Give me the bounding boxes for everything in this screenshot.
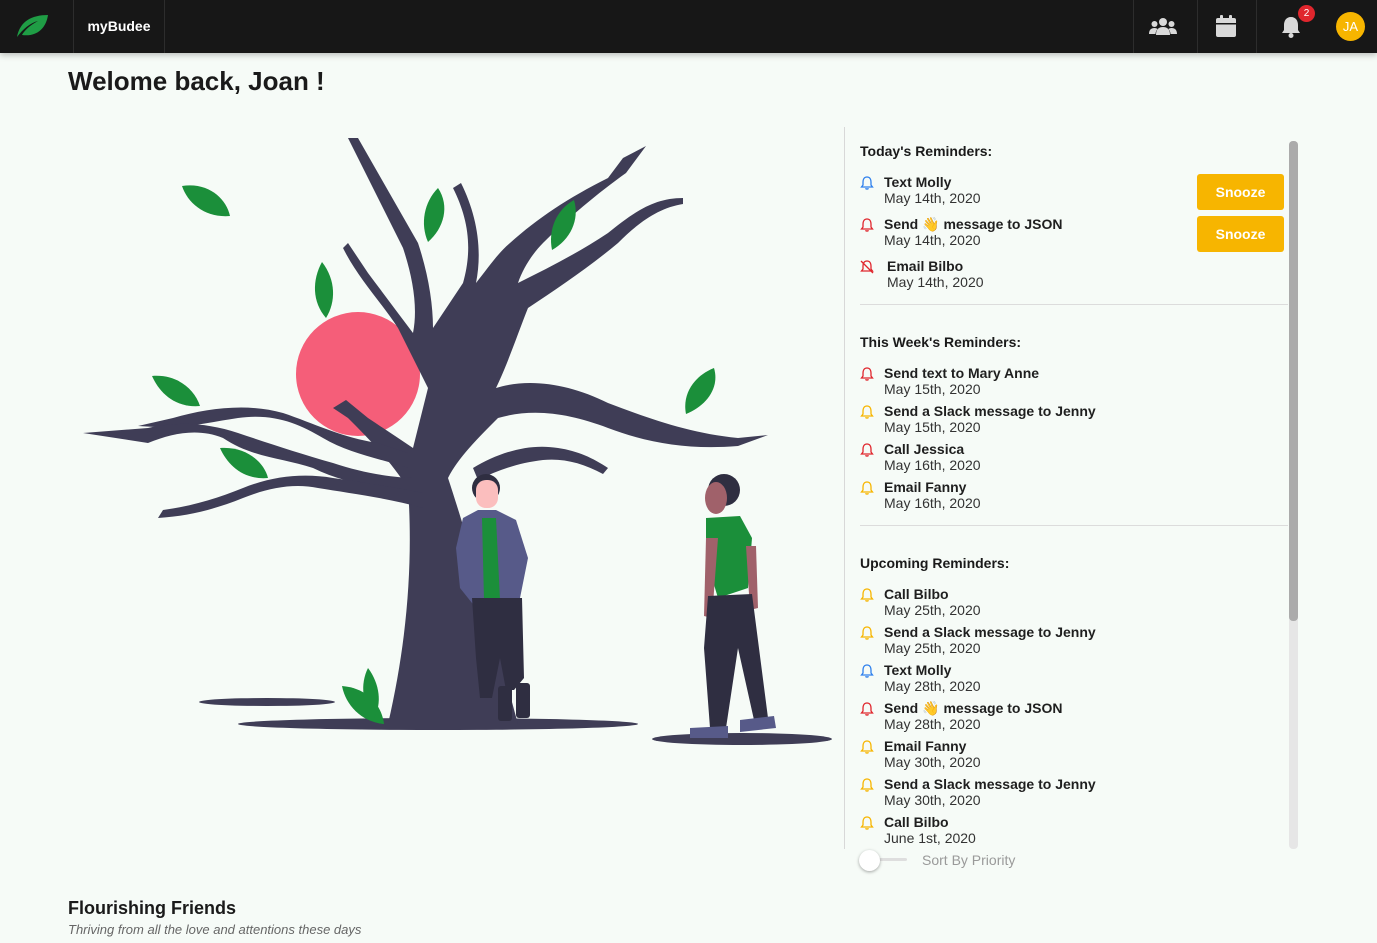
bell-outline-icon xyxy=(860,405,874,419)
reminder-date: May 30th, 2020 xyxy=(884,792,981,808)
reminder-title: Email Bilbo xyxy=(887,258,964,274)
waving-hand-emoji: 👋 xyxy=(922,216,940,232)
section-divider xyxy=(860,304,1288,305)
today-reminders-title: Today's Reminders: xyxy=(860,143,993,159)
bell-slash-icon xyxy=(860,260,874,274)
bell-icon xyxy=(1282,17,1300,38)
reminder-item[interactable]: Call Bilbo June 1st, 2020 xyxy=(860,814,1280,849)
snooze-button[interactable]: Snooze xyxy=(1197,216,1284,252)
reminder-title: Send 👋 message to JSON xyxy=(884,700,1063,717)
reminders-scroll-area[interactable]: Today's Reminders: Text Molly May 14th, … xyxy=(845,127,1288,849)
person-right xyxy=(690,474,776,738)
reminder-title-start: Send xyxy=(884,700,919,716)
bell-outline-icon xyxy=(860,664,874,678)
reminder-date: May 25th, 2020 xyxy=(884,602,981,618)
reminder-date: May 28th, 2020 xyxy=(884,678,981,694)
user-avatar[interactable]: JA xyxy=(1336,12,1365,41)
reminder-item[interactable]: Send a Slack message to Jenny May 30th, … xyxy=(860,776,1280,814)
bell-outline-icon xyxy=(860,702,874,716)
reminder-item[interactable]: Send a Slack message to Jenny May 25th, … xyxy=(860,624,1280,662)
sort-by-priority-label: Sort By Priority xyxy=(922,852,1016,868)
ground-shadow-right xyxy=(652,733,832,745)
reminder-title: Send a Slack message to Jenny xyxy=(884,403,1096,419)
reminder-title: Send a Slack message to Jenny xyxy=(884,776,1096,792)
reminder-title: Call Bilbo xyxy=(884,586,949,602)
reminder-date: May 25th, 2020 xyxy=(884,640,981,656)
reminder-item[interactable]: Email Fanny May 16th, 2020 xyxy=(860,479,1280,517)
reminder-item[interactable]: Text Molly May 28th, 2020 xyxy=(860,662,1280,700)
reminder-title-end: message to JSON xyxy=(943,216,1063,232)
reminder-title-start: Send xyxy=(884,216,919,232)
upcoming-reminders-title: Upcoming Reminders: xyxy=(860,555,1010,571)
bell-outline-icon xyxy=(860,176,874,190)
logo[interactable] xyxy=(0,0,74,53)
waving-hand-emoji: 👋 xyxy=(922,700,940,716)
calendar-nav-button[interactable] xyxy=(1197,0,1257,53)
reminder-date: May 14th, 2020 xyxy=(884,232,981,248)
week-reminders-title: This Week's Reminders: xyxy=(860,334,1022,350)
snooze-button[interactable]: Snooze xyxy=(1197,174,1284,210)
bell-outline-icon xyxy=(860,626,874,640)
reminder-title-end: message to JSON xyxy=(943,700,1063,716)
reminder-date: May 15th, 2020 xyxy=(884,419,981,435)
reminders-panel: Today's Reminders: Text Molly May 14th, … xyxy=(844,127,1300,849)
bell-outline-icon xyxy=(860,218,874,232)
scrollbar-thumb[interactable] xyxy=(1289,141,1298,621)
bell-outline-icon xyxy=(860,443,874,457)
app-name[interactable]: myBudee xyxy=(74,0,165,53)
friends-nav-button[interactable] xyxy=(1133,0,1198,53)
calendar-icon xyxy=(1216,15,1236,37)
reminder-title: Send a Slack message to Jenny xyxy=(884,624,1096,640)
reminder-date: May 16th, 2020 xyxy=(884,495,981,511)
reminder-title: Email Fanny xyxy=(884,479,967,495)
reminder-item[interactable]: Call Jessica May 16th, 2020 xyxy=(860,441,1280,479)
users-icon xyxy=(1149,18,1177,35)
reminder-date: May 16th, 2020 xyxy=(884,457,981,473)
notification-count-badge: 2 xyxy=(1298,5,1315,22)
reminder-item[interactable]: Send a Slack message to Jenny May 15th, … xyxy=(860,403,1280,441)
reminder-title: Call Jessica xyxy=(884,441,965,457)
reminder-date: May 28th, 2020 xyxy=(884,716,981,732)
reminder-title: Text Molly xyxy=(884,662,952,678)
reminder-title: Send text to Mary Anne xyxy=(884,365,1040,381)
bell-outline-icon xyxy=(860,740,874,754)
reminder-date: May 14th, 2020 xyxy=(887,274,984,290)
top-navbar: myBudee 2 JA xyxy=(0,0,1377,53)
reminder-date: May 14th, 2020 xyxy=(884,190,981,206)
reminder-item[interactable]: Send text to Mary Anne May 15th, 2020 xyxy=(860,365,1280,403)
leaf-logo-icon xyxy=(17,15,48,37)
flourishing-friends-subtitle: Thriving from all the love and attention… xyxy=(68,922,362,937)
bell-outline-icon xyxy=(860,778,874,792)
ground-shadow-small xyxy=(199,698,335,706)
reminder-item[interactable]: Email Bilbo May 14th, 2020 xyxy=(860,258,1280,296)
bell-outline-icon xyxy=(860,588,874,602)
bell-outline-icon xyxy=(860,367,874,381)
flourishing-friends-title: Flourishing Friends xyxy=(68,898,237,918)
tree-people-illustration xyxy=(83,138,832,745)
bell-outline-icon xyxy=(860,816,874,830)
sort-by-priority-toggle[interactable] xyxy=(859,850,909,871)
reminder-title: Text Molly xyxy=(884,174,952,190)
reminder-item[interactable]: Send 👋 message to JSON May 28th, 2020 xyxy=(860,700,1280,738)
bell-outline-icon xyxy=(860,481,874,495)
reminder-date: May 30th, 2020 xyxy=(884,754,981,770)
reminder-item[interactable]: Call Bilbo May 25th, 2020 xyxy=(860,586,1280,624)
reminder-date: June 1st, 2020 xyxy=(884,830,976,846)
reminder-title: Send 👋 message to JSON xyxy=(884,216,1063,233)
welcome-heading: Welome back, Joan ! xyxy=(68,66,325,96)
toggle-knob[interactable] xyxy=(859,850,880,871)
reminder-title: Call Bilbo xyxy=(884,814,949,830)
section-divider xyxy=(860,525,1288,526)
reminder-title: Email Fanny xyxy=(884,738,967,754)
reminder-item[interactable]: Email Fanny May 30th, 2020 xyxy=(860,738,1280,776)
reminder-date: May 15th, 2020 xyxy=(884,381,981,397)
